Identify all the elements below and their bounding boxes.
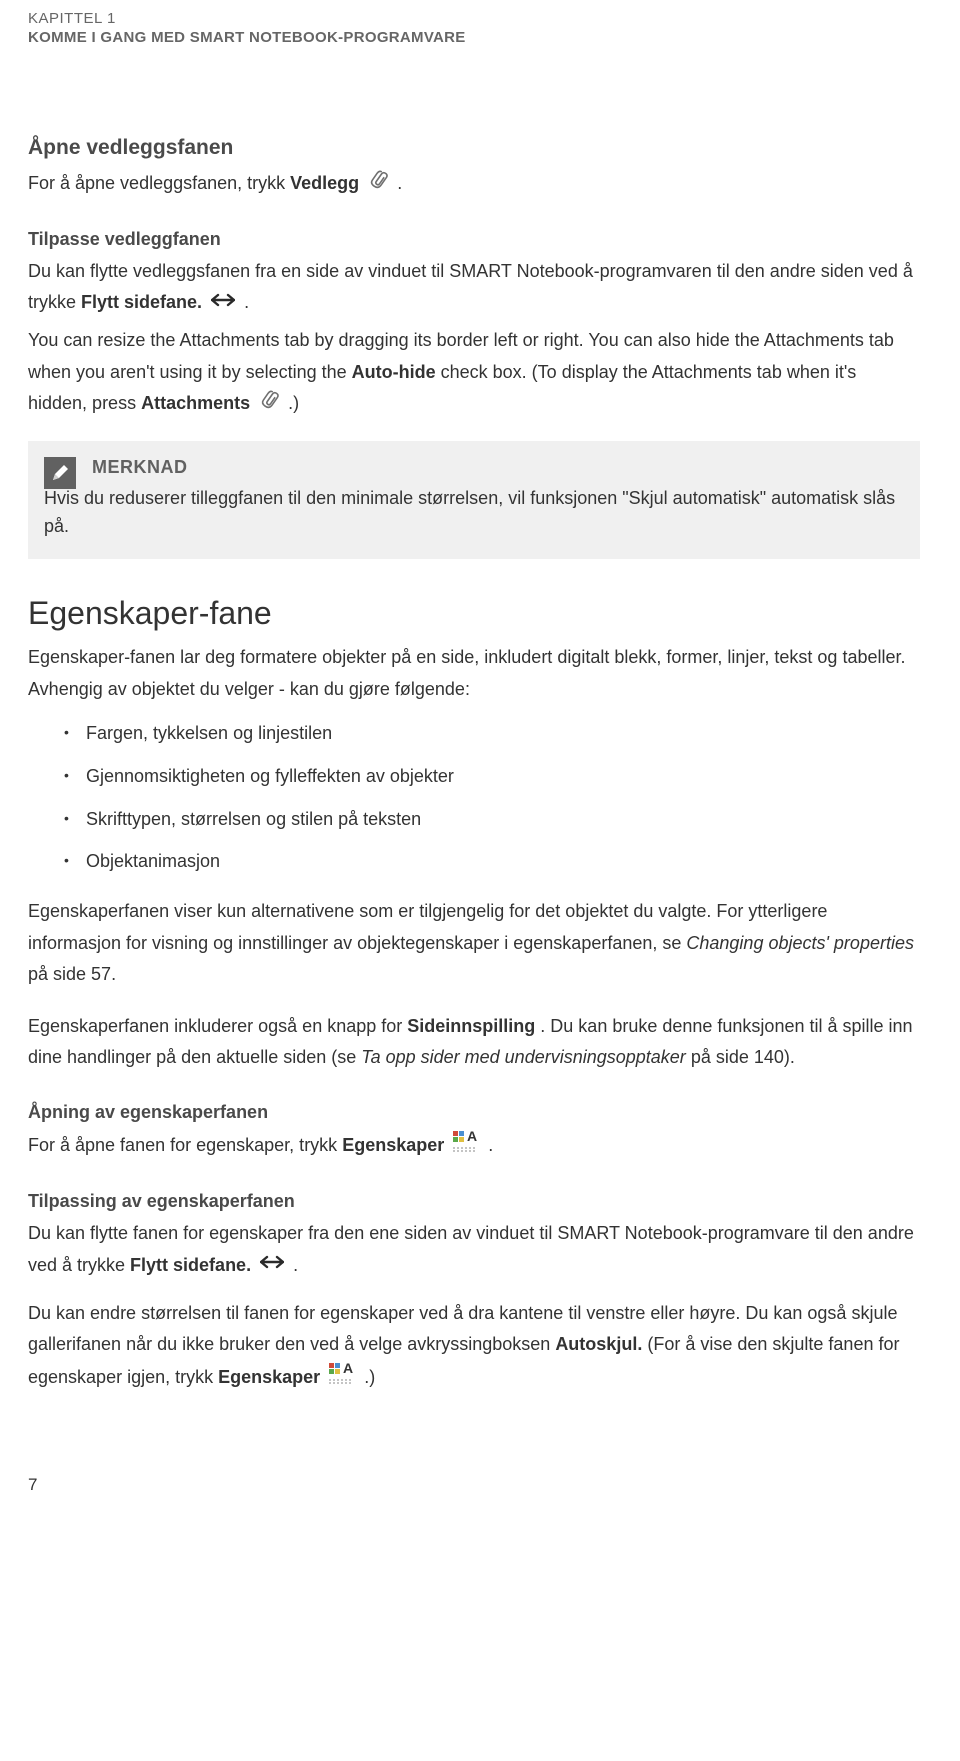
bold-label-egenskaper: Egenskaper [342,1135,444,1155]
bold-label-flytt-sidefane: Flytt sidefane. [130,1255,251,1275]
bold-label-flytt-sidefane: Flytt sidefane. [81,292,202,312]
bold-label-attachments: Attachments [141,393,250,413]
bold-label-sideinnspilling: Sideinnspilling [407,1016,535,1036]
svg-text:A: A [467,1129,477,1144]
paragraph: For å åpne fanen for egenskaper, trykk E… [28,1129,920,1164]
text: For å åpne fanen for egenskaper, trykk [28,1135,342,1155]
page-number: 7 [28,1475,920,1495]
text: . [293,1255,298,1275]
bold-label-auto-hide: Auto-hide [352,362,436,382]
paperclip-icon [361,165,396,203]
italic-reference: Changing objects' properties [686,933,914,953]
properties-icon: A [329,1361,355,1396]
heading-open-properties: Åpning av egenskaperfanen [28,1102,920,1123]
paragraph: Du kan flytte vedleggsfanen fra en side … [28,256,920,320]
paragraph: Du kan flytte fanen for egenskaper fra d… [28,1218,920,1282]
heading-open-attachments: Åpne vedleggsfanen [28,136,920,160]
italic-reference: Ta opp sider med undervisningsopptaker [361,1047,686,1067]
paragraph: For å åpne vedleggsfanen, trykk Vedlegg … [28,168,920,201]
paragraph: Du kan endre størrelsen til fanen for eg… [28,1298,920,1396]
text: For å åpne vedleggsfanen, trykk [28,173,290,193]
pencil-icon [44,457,76,489]
note-text: Hvis du reduserer tilleggfanen til den m… [44,484,902,542]
heading-adjust-attachments: Tilpasse vedleggfanen [28,229,920,250]
paragraph: You can resize the Attachments tab by dr… [28,325,920,421]
chapter-label: KAPITTEL 1 [28,10,920,27]
properties-icon: A [453,1129,479,1164]
text: Egenskaperfanen inkluderer også en knapp… [28,1016,407,1036]
text: .) [288,393,299,413]
text: . [488,1135,493,1155]
note-box: MERKNAD Hvis du reduserer tilleggfanen t… [28,441,920,560]
bold-label-vedlegg: Vedlegg [290,173,359,193]
heading-properties-tab: Egenskaper-fane [28,595,920,632]
list-item: Skrifttypen, størrelsen og stilen på tek… [64,805,920,834]
note-title: MERKNAD [92,457,902,478]
list-item: Objektanimasjon [64,847,920,876]
paragraph: Egenskaperfanen viser kun alternativene … [28,896,920,991]
text: . [244,292,249,312]
text: på side 140). [691,1047,795,1067]
move-tab-icon [211,288,235,320]
svg-text:A: A [343,1361,353,1376]
paragraph: Egenskaperfanen inkluderer også en knapp… [28,1011,920,1074]
document-page: KAPITTEL 1 KOMME I GANG MED SMART NOTEBO… [0,0,960,1535]
move-tab-icon [260,1250,284,1282]
bullet-list: Fargen, tykkelsen og linjestilen Gjennom… [64,719,920,876]
text: . [397,173,402,193]
list-item: Gjennomsiktigheten og fylleffekten av ob… [64,762,920,791]
text: .) [364,1367,375,1387]
chapter-subtitle: KOMME I GANG MED SMART NOTEBOOK-PROGRAMV… [28,29,920,46]
bold-label-autoskjul: Autoskjul. [555,1334,642,1354]
paragraph: Egenskaper-fanen lar deg formatere objek… [28,642,920,705]
paperclip-icon [252,385,287,423]
list-item: Fargen, tykkelsen og linjestilen [64,719,920,748]
bold-label-egenskaper: Egenskaper [218,1367,320,1387]
text: på side 57. [28,964,116,984]
heading-adjust-properties: Tilpassing av egenskaperfanen [28,1191,920,1212]
